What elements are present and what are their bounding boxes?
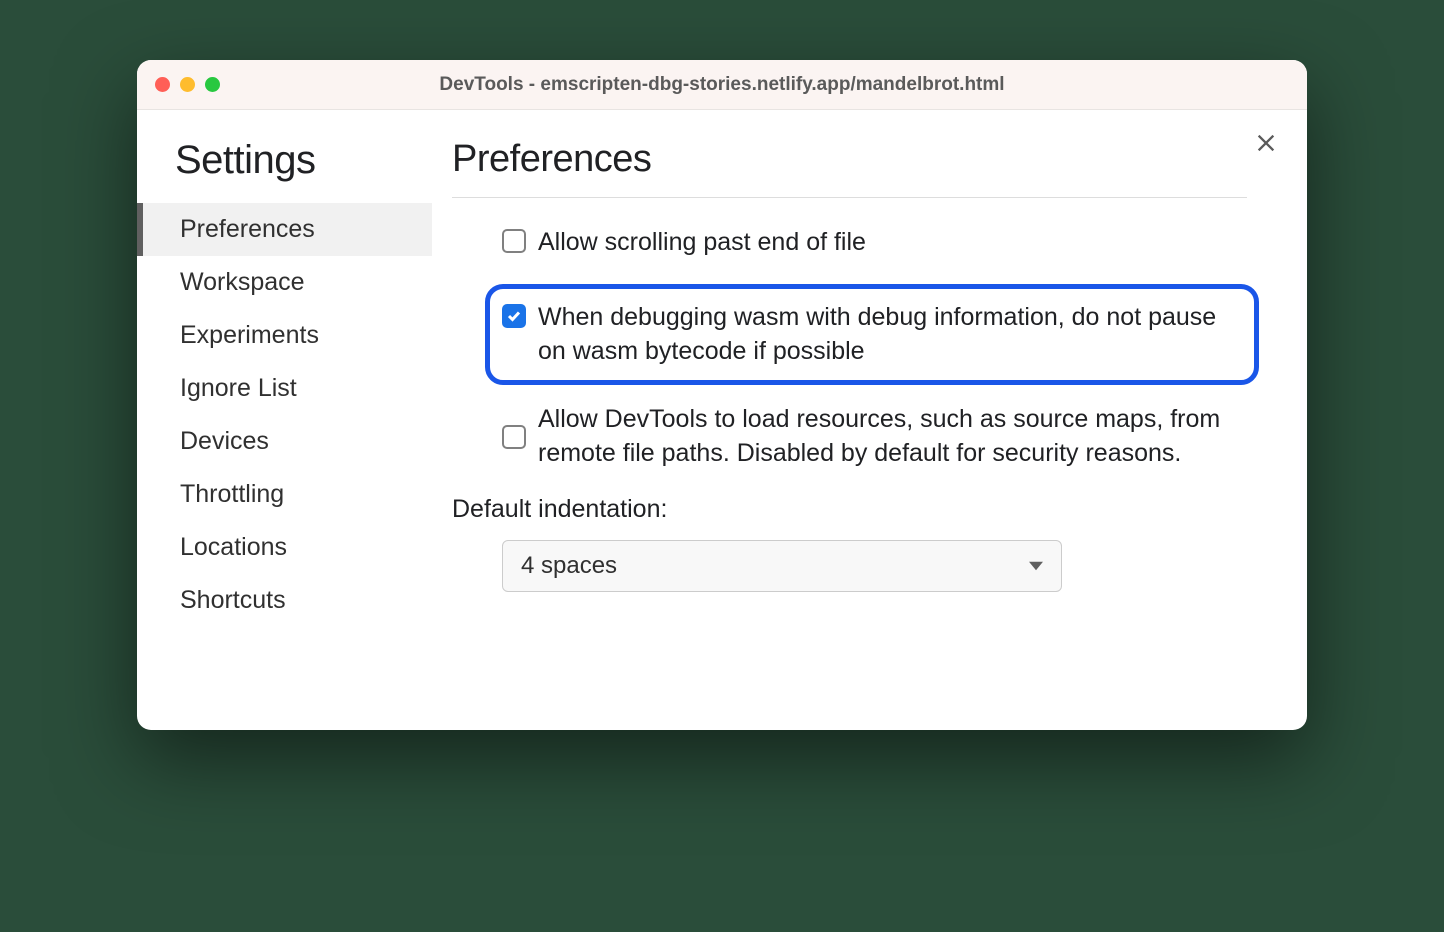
- wasm-debug-label: When debugging wasm with debug informati…: [538, 301, 1236, 369]
- sidebar-items: Preferences Workspace Experiments Ignore…: [137, 203, 432, 627]
- window-title: DevTools - emscripten-dbg-stories.netlif…: [137, 74, 1307, 96]
- maximize-window-button[interactable]: [205, 77, 220, 92]
- devtools-window: DevTools - emscripten-dbg-stories.netlif…: [137, 60, 1307, 730]
- preferences-panel: Preferences Allow scrolling past end of …: [432, 110, 1307, 730]
- sidebar-item-devices[interactable]: Devices: [137, 415, 432, 468]
- indentation-select[interactable]: 4 spaces: [502, 540, 1062, 592]
- option-remote-paths: Allow DevTools to load resources, such a…: [502, 403, 1247, 471]
- indentation-value: 4 spaces: [521, 552, 617, 580]
- wasm-debug-checkbox[interactable]: [502, 304, 526, 328]
- remote-paths-checkbox[interactable]: [502, 425, 526, 449]
- close-icon: [1255, 132, 1277, 154]
- sidebar-item-locations[interactable]: Locations: [137, 521, 432, 574]
- sidebar-item-shortcuts[interactable]: Shortcuts: [137, 574, 432, 627]
- settings-title: Settings: [175, 138, 432, 183]
- sidebar-item-experiments[interactable]: Experiments: [137, 309, 432, 362]
- close-window-button[interactable]: [155, 77, 170, 92]
- option-wasm-debug: When debugging wasm with debug informati…: [485, 284, 1259, 386]
- close-settings-button[interactable]: [1255, 132, 1277, 159]
- remote-paths-label: Allow DevTools to load resources, such a…: [538, 403, 1247, 471]
- titlebar: DevTools - emscripten-dbg-stories.netlif…: [137, 60, 1307, 110]
- option-list: Allow scrolling past end of file When de…: [452, 226, 1247, 471]
- option-allow-scroll: Allow scrolling past end of file: [502, 226, 1247, 260]
- allow-scroll-checkbox[interactable]: [502, 229, 526, 253]
- settings-content: Settings Preferences Workspace Experimen…: [137, 110, 1307, 730]
- minimize-window-button[interactable]: [180, 77, 195, 92]
- traffic-lights: [155, 77, 220, 92]
- chevron-down-icon: [1029, 559, 1043, 573]
- panel-title: Preferences: [452, 138, 1247, 198]
- allow-scroll-label: Allow scrolling past end of file: [538, 226, 866, 260]
- sidebar-item-ignore-list[interactable]: Ignore List: [137, 362, 432, 415]
- settings-sidebar: Settings Preferences Workspace Experimen…: [137, 110, 432, 730]
- sidebar-item-throttling[interactable]: Throttling: [137, 468, 432, 521]
- sidebar-item-workspace[interactable]: Workspace: [137, 256, 432, 309]
- indentation-label: Default indentation:: [452, 495, 1247, 524]
- sidebar-item-preferences[interactable]: Preferences: [137, 203, 432, 256]
- checkmark-icon: [506, 308, 522, 324]
